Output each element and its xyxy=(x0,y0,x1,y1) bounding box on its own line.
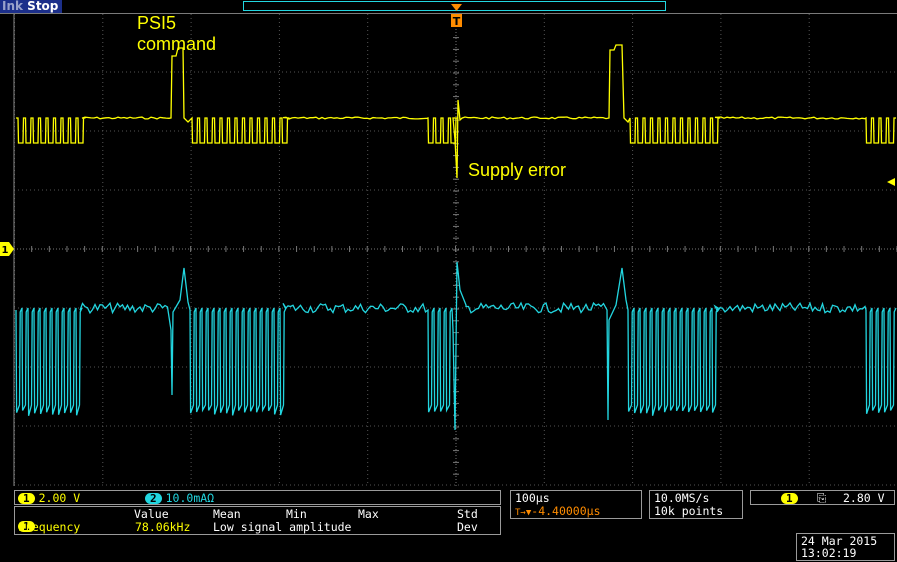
ch2-chip: 2 xyxy=(145,493,162,504)
ch1-scale[interactable]: 1 2.00 V xyxy=(18,492,80,505)
supply-error-label: Supply error xyxy=(468,160,567,180)
header-max: Max xyxy=(358,507,379,521)
oscilloscope-screen: Ink Stop T 1 PSI5 command Supply error 1… xyxy=(0,0,897,562)
trigger-panel[interactable]: 1 ⎘ 2.80 V xyxy=(750,490,895,505)
meas-note: Low signal amplitude xyxy=(213,520,352,534)
trigger-marker-label: T xyxy=(453,15,461,28)
ch2-scale-value: 10.0mAΩ xyxy=(165,491,215,505)
ch1-chip: 1 xyxy=(18,493,35,504)
psi5-label: PSI5 xyxy=(137,13,177,33)
ch1-ground-label: 1 xyxy=(2,245,9,256)
trigger-level-icon[interactable] xyxy=(887,178,895,186)
trigger-slope-icon: ⎘ xyxy=(817,491,827,505)
timebase-panel[interactable]: 100µs T→▼-4.40000µs xyxy=(510,490,642,519)
measurement-row[interactable]: 1 Frequency 78.06kHz Low signal amplitude xyxy=(15,521,500,534)
horizontal-position: T→▼-4.40000µs xyxy=(515,505,601,520)
position-value: -4.40000µs xyxy=(531,504,601,518)
command-label: command xyxy=(137,34,217,54)
measurement-panel[interactable]: Value Mean Min Max Std Dev 1 Frequency 78… xyxy=(14,506,501,535)
graticule: T 1 xyxy=(0,4,897,486)
acquisition-panel[interactable]: 10.0MS/s 10k points xyxy=(649,490,743,519)
time-readout: 13:02:19 xyxy=(801,546,857,560)
trigger-source-chip: 1 xyxy=(781,493,798,504)
record-length: 10k points xyxy=(654,504,724,518)
channel-scale-panel[interactable]: 1 2.00 V 2 10.0mAΩ xyxy=(14,490,501,505)
trigger-level: 2.80 V xyxy=(843,491,885,505)
meas-value: 78.06kHz xyxy=(135,520,191,534)
meas-name: Frequency xyxy=(18,520,81,534)
ch1-ground-marker[interactable]: 1 xyxy=(0,242,14,256)
ch1-waveform xyxy=(16,44,896,179)
ch2-scale[interactable]: 2 10.0mAΩ xyxy=(145,492,214,505)
datetime-panel: 24 Mar 2015 13:02:19 xyxy=(796,533,895,561)
position-prefix-icon: T→▼ xyxy=(515,508,532,518)
trigger-position-marker[interactable]: T xyxy=(451,4,462,28)
ch1-scale-value: 2.00 V xyxy=(38,491,81,505)
